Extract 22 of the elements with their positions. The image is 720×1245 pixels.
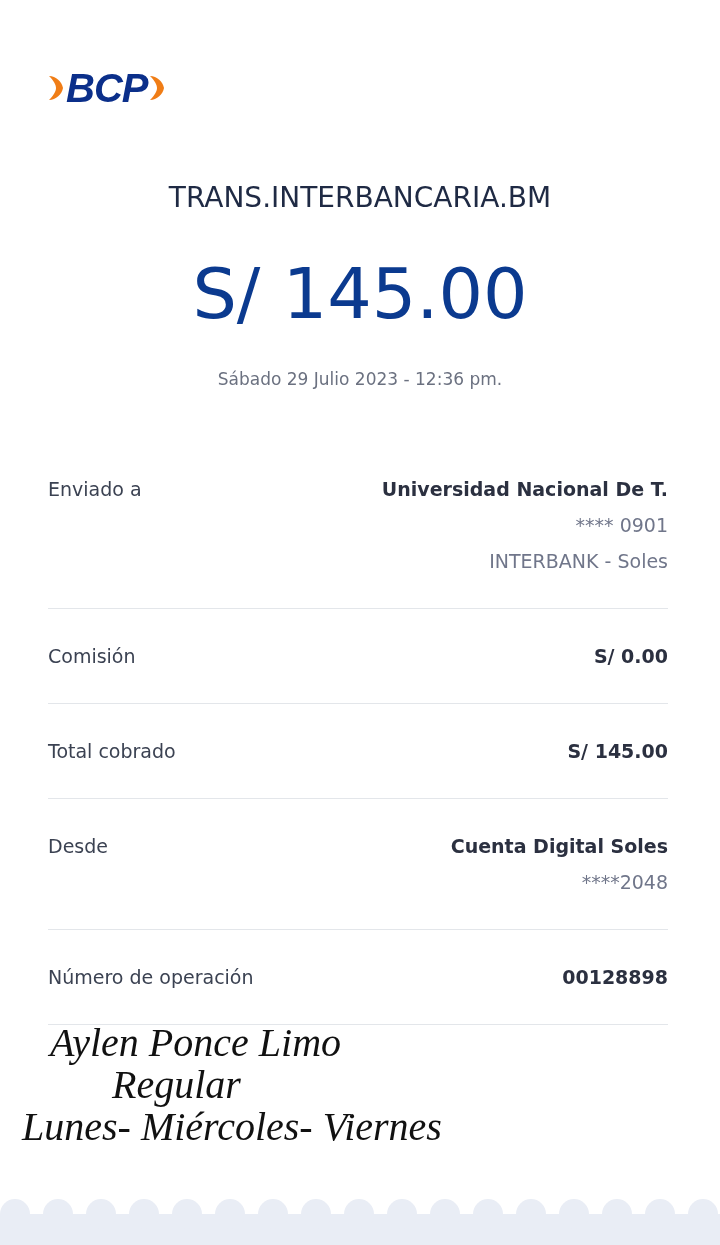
detail-label: Comisión <box>48 644 136 669</box>
detail-value: Universidad Nacional De T. <box>381 477 668 502</box>
date-time: Sábado 29 Julio 2023 - 12:36 pm. <box>216 368 504 390</box>
handwritten-note: Lunes- Miércoles- Viernes <box>22 1106 442 1148</box>
detail-label: Número de operación <box>48 965 254 990</box>
detail-value: ****2048 <box>581 870 668 895</box>
detail-value: S/ 0.00 <box>593 644 668 669</box>
detail-value: INTERBANK - Soles <box>489 549 668 574</box>
handwritten-note: Regular <box>112 1064 242 1106</box>
chevron-icon <box>149 73 166 103</box>
detail-label: Enviado a <box>48 477 142 502</box>
amount: S/ 145.00 <box>191 254 529 334</box>
chevron-icon <box>48 73 64 103</box>
detail-value: S/ 145.00 <box>567 739 668 764</box>
logo-text: BCP <box>66 68 148 108</box>
detail-label: Desde <box>48 834 108 859</box>
detail-value: **** 0901 <box>575 513 668 538</box>
transaction-title: TRANS.INTERBANCARIA.BM <box>167 180 553 216</box>
detail-value: 00128898 <box>562 965 668 990</box>
detail-label: Total cobrado <box>48 739 176 764</box>
handwritten-note: Aylen Ponce Limo <box>47 1022 343 1064</box>
detail-value: Cuenta Digital Soles <box>450 834 668 859</box>
